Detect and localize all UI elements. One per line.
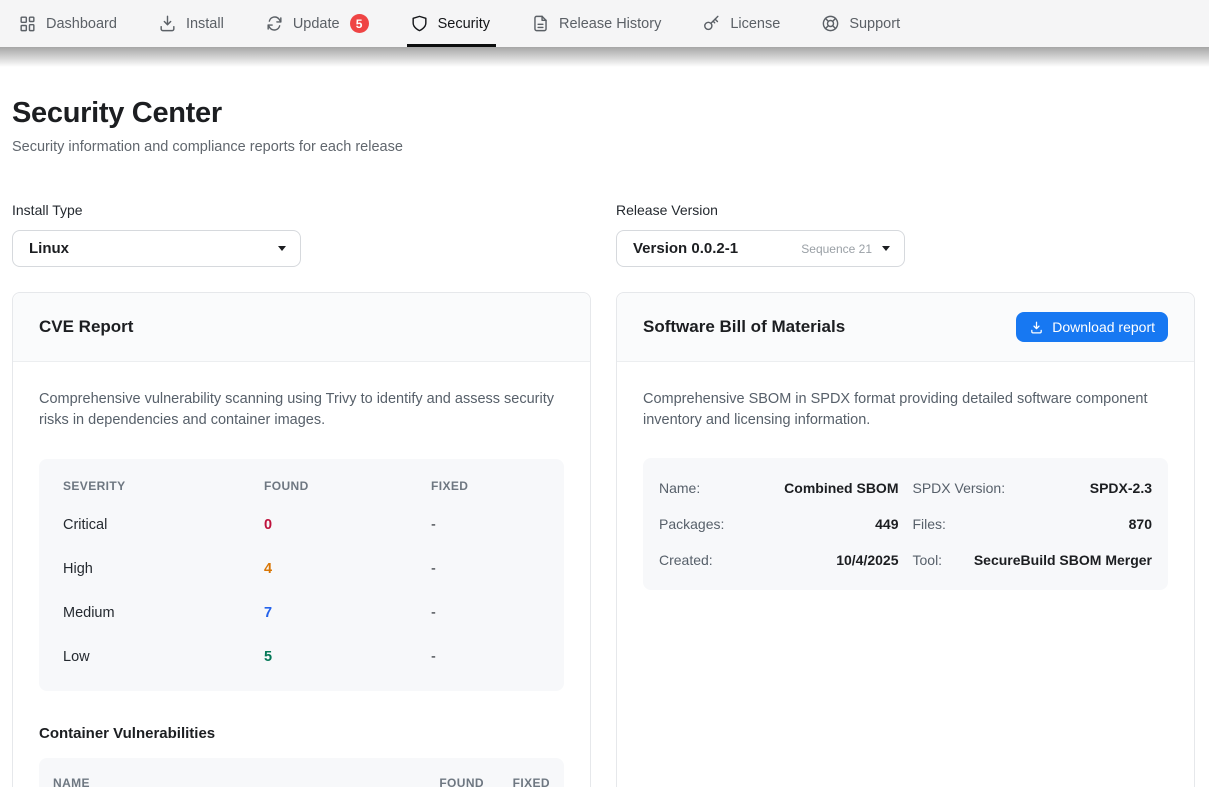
nav-item-label: License	[730, 16, 780, 32]
release-version-field: Release Version Version 0.0.2-1 Sequence…	[616, 202, 1195, 267]
download-report-button[interactable]: Download report	[1016, 312, 1168, 342]
list-item: Packages: 449	[659, 506, 899, 542]
release-version-select[interactable]: Version 0.0.2-1 Sequence 21	[616, 230, 905, 267]
sbom-body: Comprehensive SBOM in SPDX format provid…	[617, 362, 1194, 617]
nav-item-license[interactable]: License	[702, 0, 780, 47]
found-value: 7	[264, 605, 431, 621]
sbom-details-grid: Name: Combined SBOM SPDX Version: SPDX-2…	[643, 458, 1168, 590]
report-cards: CVE Report Comprehensive vulnerability s…	[12, 292, 1195, 787]
container-vulnerabilities-title: Container Vulnerabilities	[39, 725, 564, 742]
top-navigation: Dashboard Install Update 5 Security Rele…	[0, 0, 1209, 47]
nav-shadow-divider	[0, 47, 1209, 67]
nav-item-label: Release History	[559, 16, 661, 32]
severity-table-header: SEVERITY FOUND FIXED	[39, 469, 564, 503]
cve-report-description: Comprehensive vulnerability scanning usi…	[39, 389, 564, 431]
nav-item-support[interactable]: Support	[821, 0, 900, 47]
nav-item-update[interactable]: Update 5	[265, 0, 369, 47]
lifebuoy-icon	[821, 14, 840, 33]
detail-value: SPDX-2.3	[1090, 480, 1152, 496]
nav-item-label: Dashboard	[46, 16, 117, 32]
found-value: 0	[264, 517, 431, 533]
sbom-description: Comprehensive SBOM in SPDX format provid…	[643, 389, 1168, 431]
detail-label: Packages:	[659, 516, 724, 532]
table-row: Low 5 -	[39, 635, 564, 679]
detail-label: SPDX Version:	[913, 480, 1006, 496]
detail-value: SecureBuild SBOM Merger	[974, 552, 1152, 568]
severity-label: Critical	[63, 517, 264, 533]
install-type-label: Install Type	[12, 202, 591, 218]
cve-report-card: CVE Report Comprehensive vulnerability s…	[12, 292, 591, 787]
update-count-badge: 5	[350, 14, 369, 33]
detail-label: Tool:	[913, 552, 943, 568]
sbom-title: Software Bill of Materials	[643, 317, 845, 337]
severity-column-header: SEVERITY	[63, 479, 264, 493]
found-value: 5	[264, 649, 431, 665]
security-center-page: Security Center Security information and…	[0, 67, 1209, 787]
table-row: High 4 -	[39, 547, 564, 591]
table-row: Medium 7 -	[39, 591, 564, 635]
download-report-label: Download report	[1052, 319, 1155, 335]
list-item: SPDX Version: SPDX-2.3	[913, 470, 1153, 506]
chevron-down-icon	[882, 246, 890, 251]
detail-label: Files:	[913, 516, 946, 532]
container-vulnerabilities-header: NAME FOUND FIXED	[39, 758, 564, 787]
list-item: Tool: SecureBuild SBOM Merger	[913, 542, 1153, 578]
nav-item-dashboard[interactable]: Dashboard	[18, 0, 117, 47]
table-row: Critical 0 -	[39, 503, 564, 547]
nav-item-security[interactable]: Security	[410, 0, 490, 47]
detail-label: Name:	[659, 480, 700, 496]
dashboard-icon	[18, 14, 37, 33]
severity-label: Low	[63, 649, 264, 665]
fixed-value: -	[431, 561, 540, 577]
release-version-sequence: Sequence 21	[801, 242, 872, 256]
fixed-column-header: FIXED	[484, 776, 550, 787]
install-type-select[interactable]: Linux	[12, 230, 301, 267]
list-item: Name: Combined SBOM	[659, 470, 899, 506]
nav-item-label: Install	[186, 16, 224, 32]
container-vulnerabilities-table: NAME FOUND FIXED	[39, 758, 564, 787]
chevron-down-icon	[278, 246, 286, 251]
refresh-icon	[265, 14, 284, 33]
list-item: Files: 870	[913, 506, 1153, 542]
cve-report-title: CVE Report	[39, 317, 133, 337]
download-icon	[1029, 320, 1044, 335]
shield-icon	[410, 14, 429, 33]
page-title: Security Center	[12, 97, 1195, 130]
cve-report-header: CVE Report	[13, 293, 590, 362]
nav-item-release-history[interactable]: Release History	[531, 0, 661, 47]
detail-value: 10/4/2025	[836, 552, 898, 568]
release-version-value: Version 0.0.2-1	[633, 240, 793, 257]
filters-row: Install Type Linux Release Version Versi…	[12, 202, 1195, 267]
severity-label: Medium	[63, 605, 264, 621]
install-type-value: Linux	[29, 240, 270, 257]
detail-label: Created:	[659, 552, 713, 568]
cve-report-body: Comprehensive vulnerability scanning usi…	[13, 362, 590, 787]
fixed-value: -	[431, 517, 540, 533]
nav-item-label: Update	[293, 16, 340, 32]
list-item: Created: 10/4/2025	[659, 542, 899, 578]
severity-table: SEVERITY FOUND FIXED Critical 0 - High 4…	[39, 459, 564, 691]
found-column-header: FOUND	[412, 776, 484, 787]
name-column-header: NAME	[53, 776, 412, 787]
install-type-field: Install Type Linux	[12, 202, 591, 267]
detail-value: 449	[875, 516, 898, 532]
detail-value: 870	[1129, 516, 1152, 532]
nav-item-install[interactable]: Install	[158, 0, 224, 47]
download-icon	[158, 14, 177, 33]
found-value: 4	[264, 561, 431, 577]
nav-item-label: Support	[849, 16, 900, 32]
fixed-column-header: FIXED	[431, 479, 540, 493]
page-subtitle: Security information and compliance repo…	[12, 139, 1195, 155]
detail-value: Combined SBOM	[784, 480, 898, 496]
found-column-header: FOUND	[264, 479, 431, 493]
sbom-card: Software Bill of Materials Download repo…	[616, 292, 1195, 787]
fixed-value: -	[431, 605, 540, 621]
nav-item-label: Security	[438, 16, 490, 32]
key-icon	[702, 14, 721, 33]
sbom-header: Software Bill of Materials Download repo…	[617, 293, 1194, 362]
fixed-value: -	[431, 649, 540, 665]
severity-label: High	[63, 561, 264, 577]
document-icon	[531, 14, 550, 33]
release-version-label: Release Version	[616, 202, 1195, 218]
